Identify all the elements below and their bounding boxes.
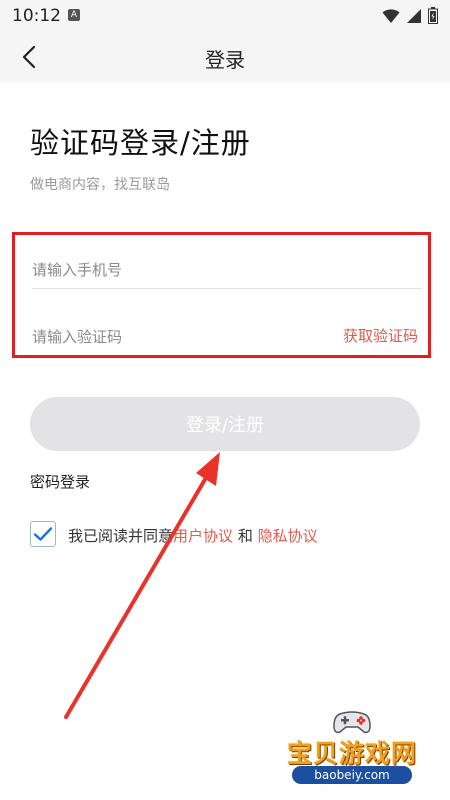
gamepad-icon	[333, 711, 371, 734]
nav-bar: 登录	[0, 32, 450, 82]
phone-input[interactable]	[32, 252, 402, 288]
login-heading: 验证码登录/注册	[30, 126, 251, 160]
page-title: 登录	[205, 48, 245, 72]
status-time: 10:12	[12, 6, 61, 26]
verification-code-input[interactable]	[32, 319, 312, 355]
login-screen: 10:12 A 登录 验证码登录/注册 做电商内容，找互联岛 请输入手机号 请输…	[0, 0, 450, 800]
watermark-url: baobeiy.com	[292, 766, 412, 784]
notification-a-icon: A	[68, 9, 80, 21]
watermark-title: 宝贝游戏网	[286, 739, 417, 768]
field-divider	[32, 288, 422, 289]
agreement-checkbox[interactable]	[30, 521, 56, 547]
agreement-and: 和	[237, 527, 253, 545]
checkmark-icon	[33, 527, 53, 541]
agreement-prefix: 我已阅读并同意	[68, 527, 174, 545]
signal-icon	[407, 8, 421, 23]
password-login-link[interactable]: 密码登录	[30, 471, 90, 492]
wifi-icon	[382, 8, 400, 23]
privacy-agreement-link[interactable]: 隐私协议	[258, 527, 318, 545]
user-agreement-link[interactable]: 用户协议	[173, 527, 233, 545]
status-icons	[382, 7, 438, 24]
highlighted-form-box: 获取验证码	[12, 232, 431, 358]
battery-icon	[428, 7, 438, 24]
agreement-text: 我已阅读并同意用户协议 和 隐私协议	[68, 525, 318, 546]
get-code-button[interactable]: 获取验证码	[343, 325, 418, 346]
watermark-logo: 宝贝游戏网 baobeiy.com	[272, 700, 432, 790]
login-register-button[interactable]: 登录/注册	[30, 397, 420, 451]
login-subtitle: 做电商内容，找互联岛	[30, 177, 170, 193]
status-bar: 10:12 A	[0, 0, 450, 32]
